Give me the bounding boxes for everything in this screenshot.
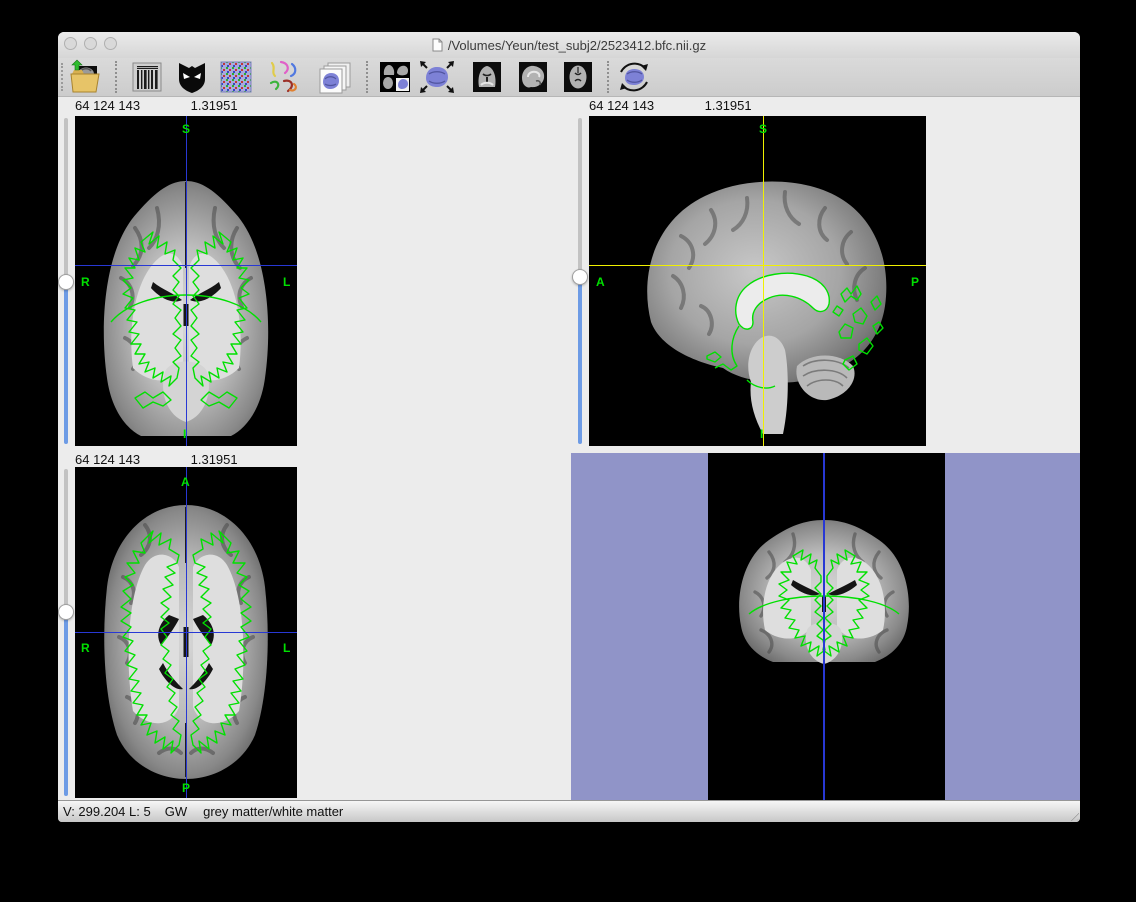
axial-value: 1.31951	[191, 452, 238, 467]
surface-crosshair-vertical	[823, 453, 825, 800]
sagittal-header: 64 124 143 1.31951	[589, 98, 752, 113]
coronal-value: 1.31951	[191, 98, 238, 113]
coronal-view[interactable]: S I R L	[75, 116, 297, 446]
slider-track-lower[interactable]	[578, 277, 582, 444]
slider-track-lower[interactable]	[64, 282, 68, 444]
slider-track-upper[interactable]	[578, 118, 582, 277]
label-grid-icon	[220, 61, 252, 93]
axial-slice-slider[interactable]	[58, 467, 74, 798]
sagittal-value: 1.31951	[705, 98, 752, 113]
sagittal-coords: 64 124 143	[589, 98, 701, 113]
axial-label-posterior: P	[182, 781, 190, 795]
window-title: /Volumes/Yeun/test_subj2/2523412.bfc.nii…	[448, 38, 706, 53]
toolbar-grip	[61, 63, 63, 91]
slider-track-lower[interactable]	[64, 612, 68, 796]
toolbar-button-zoom-fit-brain[interactable]	[418, 58, 456, 96]
axial-view-icon	[563, 61, 593, 93]
toolbar-button-coronal-view[interactable]	[468, 58, 506, 96]
toolbar-button-sagittal-view[interactable]	[514, 58, 552, 96]
app-window: /Volumes/Yeun/test_subj2/2523412.bfc.nii…	[58, 32, 1080, 822]
slider-track-upper[interactable]	[64, 469, 68, 612]
title-group: /Volumes/Yeun/test_subj2/2523412.bfc.nii…	[58, 32, 1080, 58]
coronal-slice-slider[interactable]	[58, 116, 74, 446]
coronal-label-right: R	[81, 275, 90, 289]
toolbar-separator	[607, 61, 609, 93]
toolbar-button-curves[interactable]	[264, 58, 302, 96]
image-layers-icon	[318, 60, 352, 94]
toolbar-button-axial-view[interactable]	[559, 58, 597, 96]
surface-coronal-slice-image	[727, 518, 925, 680]
toolbar-button-label-grid[interactable]	[217, 58, 255, 96]
sagittal-label-inferior: I	[760, 427, 763, 441]
coronal-slider-knob[interactable]	[58, 274, 74, 290]
axial-view[interactable]: A P R L	[75, 467, 297, 798]
curves-icon	[267, 60, 299, 94]
sagittal-slider-knob[interactable]	[572, 269, 588, 285]
rotate-3d-view-icon	[615, 58, 653, 96]
surface-view[interactable]	[571, 453, 1080, 800]
toolbar	[58, 58, 1080, 97]
status-voxel-info: V: 299.204 L: 5	[63, 804, 151, 819]
desktop: /Volumes/Yeun/test_subj2/2523412.bfc.nii…	[0, 0, 1136, 902]
coronal-crosshair-vertical	[186, 116, 187, 446]
sagittal-crosshair-horizontal	[589, 265, 926, 266]
document-proxy-icon	[432, 38, 443, 52]
axial-label-right: R	[81, 641, 90, 655]
toolbar-button-mask[interactable]	[173, 58, 211, 96]
status-bar: V: 299.204 L: 5 GW grey matter/white mat…	[58, 800, 1080, 822]
sagittal-slice-image	[589, 116, 926, 446]
sagittal-label-posterior: P	[911, 275, 919, 289]
axial-coords: 64 124 143	[75, 452, 187, 467]
coronal-label-inferior: I	[183, 427, 186, 441]
sagittal-label-superior: S	[759, 122, 767, 136]
toolbar-button-image-layers[interactable]	[316, 58, 354, 96]
mask-icon	[176, 60, 208, 94]
toolbar-button-open-file[interactable]	[66, 58, 104, 96]
axial-header: 64 124 143 1.31951	[75, 452, 238, 467]
axial-crosshair-horizontal	[75, 632, 297, 633]
sagittal-crosshair-vertical	[763, 116, 764, 446]
status-label-tag: GW	[165, 804, 187, 819]
quad-view-icon	[379, 61, 411, 93]
coronal-label-left: L	[283, 275, 290, 289]
axial-label-anterior: A	[181, 475, 190, 489]
axial-slider-knob[interactable]	[58, 604, 74, 620]
sagittal-label-anterior: A	[596, 275, 605, 289]
open-file-icon	[68, 59, 102, 95]
coronal-coords: 64 124 143	[75, 98, 187, 113]
coronal-view-icon	[472, 61, 502, 93]
slider-track-upper[interactable]	[64, 118, 68, 282]
coronal-label-superior: S	[182, 122, 190, 136]
histogram-icon	[132, 61, 162, 93]
sagittal-slice-slider[interactable]	[572, 116, 588, 446]
toolbar-button-quad-view[interactable]	[376, 58, 414, 96]
zoom-fit-brain-icon	[418, 59, 456, 95]
toolbar-separator	[366, 61, 368, 93]
toolbar-button-rotate-3d-view[interactable]	[615, 58, 653, 96]
coronal-header: 64 124 143 1.31951	[75, 98, 238, 113]
title-bar[interactable]: /Volumes/Yeun/test_subj2/2523412.bfc.nii…	[58, 32, 1080, 59]
axial-label-left: L	[283, 641, 290, 655]
coronal-crosshair-horizontal	[75, 265, 297, 266]
sagittal-view[interactable]: S I A P	[589, 116, 926, 446]
toolbar-separator	[115, 61, 117, 93]
toolbar-button-histogram[interactable]	[128, 58, 166, 96]
surface-slice-plane[interactable]	[708, 453, 945, 800]
sagittal-view-icon	[518, 61, 548, 93]
status-label-description: grey matter/white matter	[203, 804, 343, 819]
